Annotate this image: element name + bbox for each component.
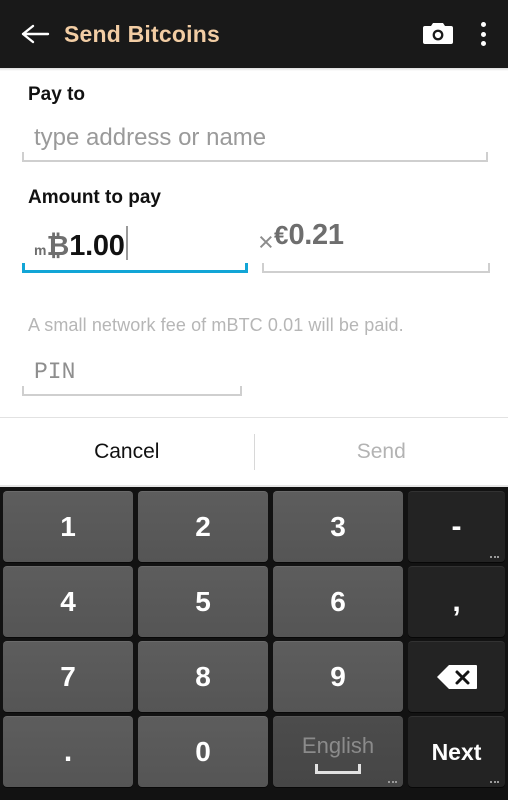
- pin-underline: [22, 386, 242, 396]
- keyboard-row-4: . 0 English Next: [3, 716, 505, 787]
- fiat-underline: [262, 263, 490, 273]
- euro-symbol-icon: €: [274, 220, 289, 250]
- action-bar: Cancel Send: [0, 418, 508, 486]
- more-vertical-icon[interactable]: [480, 20, 486, 48]
- btc-unit-prefix: m: [34, 242, 47, 258]
- key-9[interactable]: 9: [273, 641, 403, 712]
- app-bar: Send Bitcoins: [0, 0, 508, 68]
- long-press-dots-icon: [388, 781, 397, 783]
- key-6[interactable]: 6: [273, 566, 403, 637]
- key-next-label: Next: [431, 738, 482, 765]
- key-6-label: 6: [330, 586, 346, 617]
- key-comma[interactable]: ,: [408, 566, 505, 637]
- pay-to-input[interactable]: type address or name: [22, 118, 488, 162]
- pin-input[interactable]: PIN: [22, 352, 242, 396]
- key-4[interactable]: 4: [3, 566, 133, 637]
- pay-to-underline: [22, 152, 488, 162]
- key-7[interactable]: 7: [3, 641, 133, 712]
- backspace-icon: [436, 665, 477, 689]
- key-1-label: 1: [60, 511, 76, 542]
- fiat-amount-input[interactable]: € 0.21: [262, 221, 490, 273]
- key-7-label: 7: [60, 661, 76, 692]
- key-2[interactable]: 2: [138, 491, 268, 562]
- camera-icon[interactable]: [422, 21, 454, 47]
- key-5-label: 5: [195, 586, 211, 617]
- key-8-label: 8: [195, 661, 211, 692]
- app-bar-actions: [422, 20, 486, 48]
- key-period-label: .: [63, 735, 73, 768]
- cancel-button[interactable]: Cancel: [0, 418, 254, 486]
- key-5[interactable]: 5: [138, 566, 268, 637]
- fiat-amount-value: 0.21: [288, 219, 344, 251]
- pay-to-label: Pay to: [28, 84, 86, 105]
- spacebar-indicator-icon: [315, 764, 361, 774]
- btc-underline-active: [22, 263, 248, 273]
- numeric-keyboard: 1 2 3 - 4 5 6 , 7 8 9 . 0 English Next: [0, 487, 508, 800]
- long-press-dots-icon: [490, 556, 499, 558]
- keyboard-row-1: 1 2 3 -: [3, 491, 505, 562]
- amount-to-pay-label: Amount to pay: [28, 187, 161, 208]
- key-0-label: 0: [195, 736, 211, 767]
- key-0[interactable]: 0: [138, 716, 268, 787]
- key-2-label: 2: [195, 511, 211, 542]
- key-space-language-label: English: [301, 733, 375, 758]
- amount-row: m ₿ 1.00 × € 0.21: [0, 221, 508, 273]
- send-bitcoins-screen: Send Bitcoins Pay to type address or nam…: [0, 0, 508, 800]
- key-comma-label: ,: [452, 585, 461, 618]
- key-1[interactable]: 1: [3, 491, 133, 562]
- bitcoin-symbol-icon: ₿: [46, 230, 70, 261]
- send-button[interactable]: Send: [255, 418, 508, 486]
- key-backspace[interactable]: [408, 641, 505, 712]
- key-8[interactable]: 8: [138, 641, 268, 712]
- back-arrow-icon[interactable]: [18, 17, 52, 51]
- network-fee-text: A small network fee of mBTC 0.01 will be…: [28, 315, 404, 335]
- key-dash[interactable]: -: [408, 491, 505, 562]
- send-form: Pay to type address or name Amount to pa…: [0, 71, 508, 396]
- key-dash-label: -: [451, 510, 462, 543]
- page-title: Send Bitcoins: [64, 20, 220, 47]
- key-9-label: 9: [330, 661, 346, 692]
- long-press-dots-icon: [490, 781, 499, 783]
- keyboard-row-3: 7 8 9: [3, 641, 505, 712]
- key-space[interactable]: English: [273, 716, 403, 787]
- btc-amount-value: 1.00: [69, 230, 125, 262]
- key-next[interactable]: Next: [408, 716, 505, 787]
- keyboard-row-2: 4 5 6 ,: [3, 566, 505, 637]
- key-4-label: 4: [60, 586, 76, 617]
- text-cursor: [125, 226, 128, 260]
- key-3-label: 3: [330, 511, 346, 542]
- key-3[interactable]: 3: [273, 491, 403, 562]
- btc-amount-input[interactable]: m ₿ 1.00: [22, 221, 248, 273]
- key-period[interactable]: .: [3, 716, 133, 787]
